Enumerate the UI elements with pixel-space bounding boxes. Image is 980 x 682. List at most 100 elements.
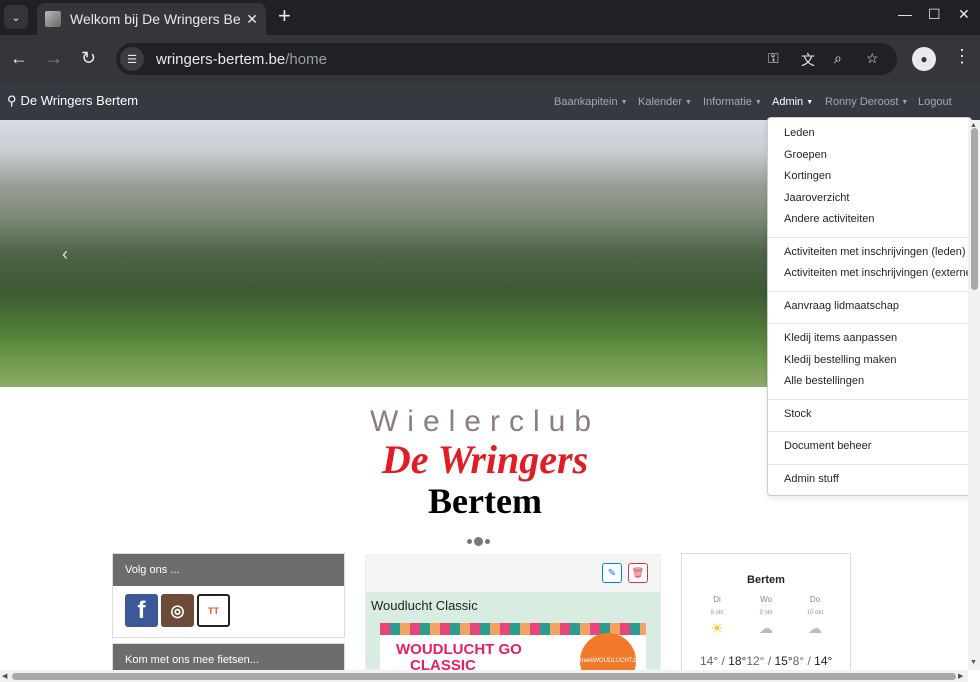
address-bar[interactable]: ☰ wringers-bertem.be/home ⚿ 文 ⌕ ☆ [116,43,897,75]
edit-pencil-icon[interactable]: ✎ [602,563,622,583]
horizontal-scroll-thumb[interactable] [12,673,956,680]
weather-days: Di 8 okt ☀ Wo 9 okt ☁ Do 10 okt ☁ [688,595,844,637]
browser-tab[interactable]: Welkom bij De Wringers Bertem ✕ [37,3,266,35]
menu-item-leden[interactable]: Leden [768,124,971,146]
menu-item-kortingen[interactable]: Kortingen [768,167,971,189]
carousel-prev-icon[interactable]: ‹ [62,244,68,265]
maximize-icon[interactable]: ☐ [928,6,941,23]
menu-divider [768,290,971,292]
facebook-icon[interactable]: f [125,594,158,627]
menu-item-document-beheer[interactable]: Document beheer [768,437,971,459]
forward-icon[interactable]: → [45,47,63,69]
minimize-icon[interactable]: — [898,6,912,22]
instagram-icon[interactable]: ◎ [161,594,194,627]
nav-logout[interactable]: Logout [918,96,952,108]
menu-item-andere-activiteiten[interactable]: Andere activiteiten [768,210,971,232]
tab-close-icon[interactable]: ✕ [246,11,258,28]
carousel-dot[interactable] [485,539,490,544]
caret-down-icon: ▼ [685,99,692,106]
url-host: wringers-bertem.be [156,50,286,68]
admin-dropdown-menu: Leden Groepen Kortingen Jaaroverzicht An… [767,117,972,496]
news-image-text: WOUDLUCHT GO [396,641,522,658]
carousel-dot[interactable] [467,539,472,544]
browser-toolbar: ← → ↻ ☰ wringers-bertem.be/home ⚿ 文 ⌕ ☆ … [0,35,980,83]
trainer-app-icon[interactable]: TT [197,594,230,627]
carousel-dot-active[interactable] [474,537,483,546]
menu-item-aanvraag-lidmaatschap[interactable]: Aanvraag lidmaatschap [768,297,971,319]
nav-label: Informatie [703,96,752,108]
bookmark-star-icon[interactable]: ☆ [866,50,879,67]
delete-trash-icon[interactable]: 🗑 [628,563,648,583]
scroll-left-icon[interactable]: ◀ [2,672,7,680]
browser-tab-strip: ⌄ Welkom bij De Wringers Bertem ✕ + — ☐ … [0,0,980,35]
brand-label: De Wringers Bertem [20,93,139,108]
menu-item-jaaroverzicht[interactable]: Jaaroverzicht [768,189,971,211]
weather-date: 10 okt [806,610,824,616]
nav-admin[interactable]: Admin ▼ [772,96,813,108]
weather-city: Bertem [747,574,785,586]
tab-title: Welkom bij De Wringers Bertem [70,11,240,27]
news-title[interactable]: Woudlucht Classic [366,592,660,619]
new-tab-button[interactable]: + [278,5,291,27]
scroll-up-icon[interactable]: ▲ [970,122,977,129]
nav-user[interactable]: Ronny Deroost ▼ [825,96,908,108]
profile-avatar-icon[interactable]: ● [912,47,936,71]
caret-down-icon: ▼ [901,99,909,106]
weather-temps: 14° / 18°12° / 15°8° / 14° [700,654,833,668]
weather-day: Do 10 okt ☁ [792,595,838,637]
menu-divider [768,323,971,324]
club-logo: Wielerclub De Wringers Bertem [340,405,630,521]
rain-icon: ☁ [759,620,773,636]
menu-item-activiteiten-externen[interactable]: Activiteiten met inschrijvingen (externe… [768,264,971,286]
reload-icon[interactable]: ↻ [81,47,96,69]
menu-item-kledij-items[interactable]: Kledij items aanpassen [768,329,971,351]
weather-day: Wo 9 okt ☁ [743,595,789,637]
vertical-scroll-thumb[interactable] [971,128,978,290]
site-info-icon[interactable]: ☰ [120,47,144,71]
follow-card-title: Volg ons ... [113,554,344,586]
back-icon[interactable]: ← [10,47,28,69]
menu-item-alle-bestellingen[interactable]: Alle bestellingen [768,372,971,394]
site-brand[interactable]: ⚲ De Wringers Bertem [7,93,138,109]
browser-menu-icon[interactable]: ⋮ [953,46,971,67]
menu-item-admin-stuff[interactable]: Admin stuff [768,470,971,492]
zoom-icon[interactable]: ⌕ [834,50,842,67]
logo-line-town: Bertem [428,481,542,521]
rain-icon: ☁ [808,620,822,636]
sun-rain-icon: ☀ [710,620,724,636]
menu-divider [768,236,971,238]
menu-item-stock[interactable]: Stock [768,405,971,427]
temp-high: 15° [774,654,793,668]
window-close-icon[interactable]: ✕ [958,6,970,23]
temp-low: 12° [746,654,765,668]
scroll-right-icon[interactable]: ▶ [958,672,963,680]
follow-card: Volg ons ... f ◎ TT [112,553,345,638]
nav-label: Admin [772,96,804,108]
tab-search-icon[interactable]: ⌄ [4,5,28,29]
menu-item-activiteiten-leden[interactable]: Activiteiten met inschrijvingen (leden) [768,243,971,265]
news-card: ✎ 🗑 Woudlucht Classic WOUDLUCHT GO CLASS… [365,554,661,671]
social-links: f ◎ TT [113,586,344,635]
news-image-text: CLASSIC [410,657,476,671]
ride-card: Kom met ons mee fietsen... [112,643,345,676]
menu-divider [768,398,971,400]
temp-high: 18° [728,654,747,668]
news-image[interactable]: WOUDLUCHT GO CLASSIC StreekWOUDLUCHT.be [380,623,646,671]
menu-item-kledij-bestelling[interactable]: Kledij bestelling maken [768,351,971,373]
carousel-indicators [467,537,490,546]
logo-line-wielerclub: Wielerclub [369,405,601,438]
menu-item-groepen[interactable]: Groepen [768,146,971,168]
nav-kalender[interactable]: Kalender ▼ [638,96,692,108]
url-path: /home [285,50,327,68]
menu-divider [768,463,971,465]
translate-icon[interactable]: 文 [801,50,815,70]
url-text[interactable]: wringers-bertem.be/home [156,51,327,68]
nav-informatie[interactable]: Informatie ▼ [703,96,762,108]
weather-day-name: Do [809,595,821,604]
nav-baankapitein[interactable]: Baankapitein ▼ [554,96,628,108]
weather-day-name: Wo [760,595,772,604]
scroll-down-icon[interactable]: ▼ [970,659,977,666]
password-key-icon[interactable]: ⚿ [768,50,779,67]
temp-low: 14° [700,654,719,668]
nav-label: Kalender [638,96,683,108]
